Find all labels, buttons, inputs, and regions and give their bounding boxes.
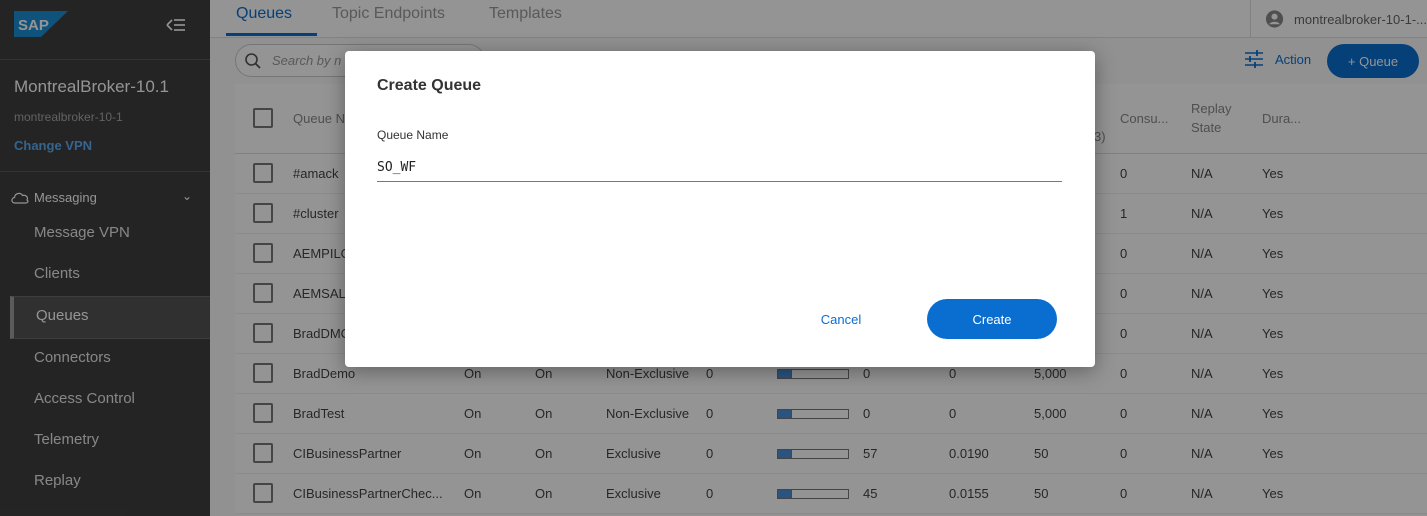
queue-name-label: Queue Name xyxy=(377,128,449,142)
create-queue-dialog: Create Queue Queue Name Cancel Create xyxy=(345,51,1095,367)
dialog-title: Create Queue xyxy=(377,77,482,94)
cancel-button[interactable]: Cancel xyxy=(805,301,877,337)
queue-name-input[interactable] xyxy=(377,154,1062,182)
create-button[interactable]: Create xyxy=(927,299,1057,339)
